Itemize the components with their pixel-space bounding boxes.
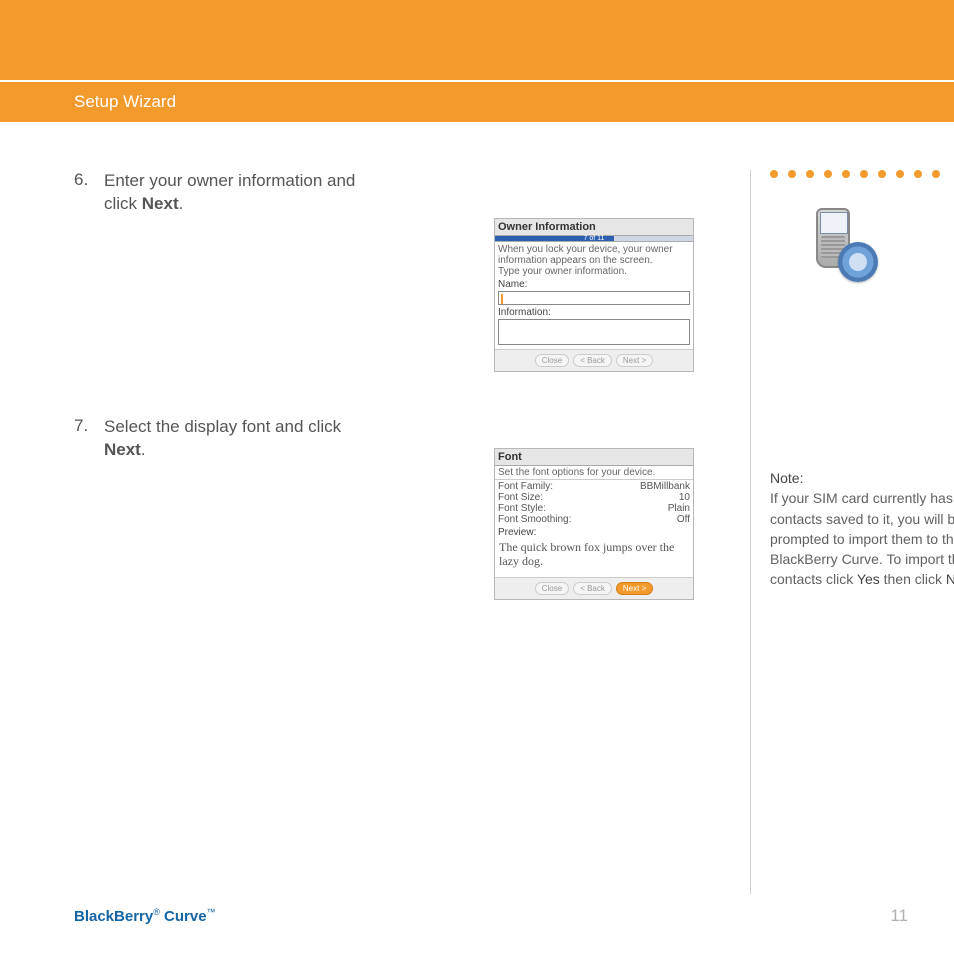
info-input[interactable] [498, 319, 690, 345]
note-label: Note: [770, 470, 803, 486]
sidebar-note: Note: If your SIM card currently has con… [770, 468, 954, 590]
note-next: Next [946, 571, 954, 587]
close-button[interactable]: Close [535, 582, 569, 595]
dot-icon [914, 170, 922, 178]
trademark: ™ [207, 907, 216, 917]
brand-mark: BlackBerry® Curve™ [74, 907, 216, 925]
decorative-dots [770, 170, 954, 178]
brand-a: BlackBerry [74, 908, 153, 925]
row-key: Font Family: [498, 481, 553, 492]
preview-text: The quick brown fox jumps over the lazy … [498, 538, 690, 575]
step-number: 6. [74, 170, 104, 216]
shot-button-row: Close < Back Next > [495, 349, 693, 371]
screenshot-font: Font Set the font options for your devic… [494, 448, 694, 600]
shot-prompt: Type your owner information. [498, 266, 690, 277]
dot-icon [860, 170, 868, 178]
screenshot-owner-info: Owner Information 7 of 11 When you lock … [494, 218, 694, 372]
vertical-divider [750, 170, 751, 894]
font-row-smoothing: Font Smoothing: Off [498, 514, 690, 525]
row-val: Plain [668, 503, 690, 514]
dot-icon [770, 170, 778, 178]
font-row-style: Font Style: Plain [498, 503, 690, 514]
name-input[interactable] [498, 291, 690, 305]
shot-msg: Set the font options for your device. [495, 466, 693, 480]
row-val: 10 [679, 492, 690, 503]
registered-mark: ® [153, 907, 160, 917]
row-key: Font Smoothing: [498, 514, 571, 525]
step-text-a: Select the display font and click [104, 417, 341, 436]
shot-title: Font [495, 449, 693, 466]
page-number: 11 [890, 906, 908, 926]
header-bar [0, 0, 954, 80]
font-row-size: Font Size: 10 [498, 492, 690, 503]
info-label: Information: [498, 307, 690, 318]
shot-body: Set the font options for your device. Fo… [495, 466, 693, 577]
right-column: Note: If your SIM card currently has con… [770, 170, 954, 590]
step-text-b: . [141, 440, 146, 459]
page-footer: BlackBerry® Curve™ 11 [74, 906, 908, 926]
preview-label: Preview: [498, 527, 690, 538]
row-val: BBMillbank [640, 481, 690, 492]
back-button[interactable]: < Back [573, 354, 612, 367]
step-6: 6. Enter your owner information and clic… [74, 170, 714, 216]
left-column: 6. Enter your owner information and clic… [74, 170, 714, 480]
dot-icon [932, 170, 940, 178]
dot-icon [806, 170, 814, 178]
row-key: Font Style: [498, 503, 546, 514]
shot-button-row: Close < Back Next > [495, 577, 693, 599]
shot-msg: When you lock your device, your owner in… [498, 244, 690, 266]
dot-icon [842, 170, 850, 178]
step-text-b: . [179, 194, 184, 213]
row-val: Off [677, 514, 690, 525]
next-button[interactable]: Next > [616, 354, 653, 367]
dot-icon [788, 170, 796, 178]
note-text-b: then click [880, 571, 946, 587]
section-title-bar: Setup Wizard [0, 82, 954, 122]
shot-body: When you lock your device, your owner in… [495, 242, 693, 349]
close-button[interactable]: Close [535, 354, 569, 367]
font-row-family: Font Family: BBMillbank [498, 481, 690, 492]
note-yes: Yes [857, 571, 880, 587]
name-label: Name: [498, 279, 690, 290]
step-text: Select the display font and click Next. [104, 416, 364, 462]
dot-icon [824, 170, 832, 178]
manual-page: Setup Wizard 6. Enter your owner informa… [0, 0, 954, 954]
gear-shape [838, 242, 878, 282]
brand-b: Curve [160, 908, 207, 925]
content-area: 6. Enter your owner information and clic… [74, 170, 914, 894]
phone-settings-icon [810, 208, 880, 288]
step-text-bold: Next [104, 440, 141, 459]
next-button[interactable]: Next > [616, 582, 653, 595]
step-text-bold: Next [142, 194, 179, 213]
dot-icon [878, 170, 886, 178]
row-key: Font Size: [498, 492, 543, 503]
step-number: 7. [74, 416, 104, 462]
shot-title: Owner Information [495, 219, 693, 236]
step-text: Enter your owner information and click N… [104, 170, 364, 216]
dot-icon [896, 170, 904, 178]
section-title: Setup Wizard [74, 92, 176, 111]
back-button[interactable]: < Back [573, 582, 612, 595]
